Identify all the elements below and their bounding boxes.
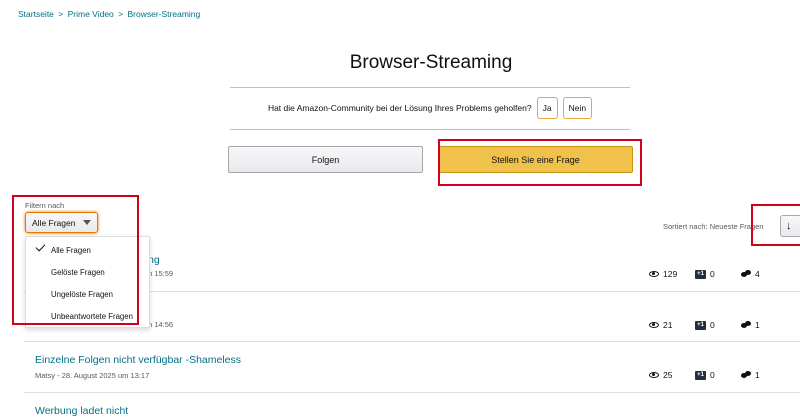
reply-bubbles-icon: [741, 321, 751, 329]
plus-one-icon: +1: [695, 370, 706, 380]
breadcrumb-separator: >: [58, 9, 64, 19]
divider: [24, 341, 800, 342]
replies-count: 4: [741, 269, 760, 279]
votes-value: 0: [710, 370, 715, 380]
views-count: 129: [649, 269, 677, 279]
follow-button[interactable]: Folgen: [228, 146, 423, 173]
question-meta: m 14:56: [146, 320, 174, 329]
eye-icon: [649, 372, 659, 378]
question-title[interactable]: Werbung ladet nicht: [35, 405, 128, 417]
replies-count: 1: [741, 370, 760, 380]
plus-one-icon: +1: [695, 320, 706, 330]
breadcrumb-current[interactable]: Browser-Streaming: [128, 9, 201, 19]
replies-value: 1: [755, 370, 760, 380]
plus-one-icon: +1: [695, 269, 706, 279]
arrow-down-icon: ↓: [786, 220, 792, 232]
filter-option-label: Ungelöste Fragen: [51, 289, 113, 299]
reply-bubbles-icon: [741, 371, 751, 379]
divider: [230, 87, 630, 88]
votes-count: +1 0: [695, 269, 715, 279]
eye-icon: [649, 322, 659, 328]
breadcrumb: Startseite > Prime Video > Browser-Strea…: [18, 9, 200, 19]
replies-count: 1: [741, 320, 760, 330]
breadcrumb-prime-video[interactable]: Prime Video: [68, 9, 114, 19]
filter-option-all[interactable]: Alle Fragen: [26, 239, 149, 261]
votes-count: +1 0: [695, 370, 715, 380]
filter-option-unsolved[interactable]: Ungelöste Fragen: [26, 283, 149, 305]
views-value: 25: [663, 370, 673, 380]
breadcrumb-home[interactable]: Startseite: [18, 9, 54, 19]
filter-selected-value: Alle Fragen: [32, 217, 76, 228]
votes-value: 0: [710, 320, 715, 330]
filter-option-label: Alle Fragen: [51, 245, 91, 255]
check-icon: [35, 241, 46, 252]
filter-option-solved[interactable]: Gelöste Fragen: [26, 261, 149, 283]
views-count: 21: [649, 320, 672, 330]
votes-count: +1 0: [695, 320, 715, 330]
question-title[interactable]: Einzelne Folgen nicht verfügbar -Shamele…: [35, 354, 241, 366]
views-count: 25: [649, 370, 672, 380]
divider: [230, 129, 630, 130]
no-button[interactable]: Nein: [562, 97, 593, 119]
filter-dropdown[interactable]: Alle Fragen: [25, 212, 98, 233]
votes-value: 0: [710, 269, 715, 279]
filter-option-unanswered[interactable]: Unbeantwortete Fragen: [26, 305, 149, 327]
feedback-prompt: Hat die Amazon-Community bei der Lösung …: [230, 96, 630, 120]
replies-value: 4: [755, 269, 760, 279]
caret-down-icon: [83, 220, 92, 225]
ask-question-button[interactable]: Stellen Sie eine Frage: [438, 146, 633, 173]
reply-bubbles-icon: [741, 270, 751, 278]
views-value: 21: [663, 320, 673, 330]
yes-button[interactable]: Ja: [536, 97, 558, 119]
eye-icon: [649, 271, 659, 277]
feedback-question: Hat die Amazon-Community bei der Lösung …: [267, 103, 532, 113]
views-value: 129: [663, 269, 678, 279]
divider: [24, 392, 800, 393]
filter-menu: Alle Fragen Gelöste Fragen Ungelöste Fra…: [25, 236, 150, 328]
sort-label: Sortiert nach: Neueste Fragen: [663, 222, 764, 231]
question-meta: m 15:59: [146, 269, 174, 278]
filter-option-label: Unbeantwortete Fragen: [51, 311, 133, 321]
sort-dropdown[interactable]: ↓: [780, 215, 800, 237]
filter-option-label: Gelöste Fragen: [51, 267, 105, 277]
replies-value: 1: [755, 320, 760, 330]
page-title: Browser-Streaming: [349, 52, 513, 73]
filter-label: Filtern nach: [25, 201, 65, 210]
question-meta: Matsy - 28. August 2025 um 13:17: [35, 371, 150, 380]
breadcrumb-separator: >: [118, 9, 124, 19]
